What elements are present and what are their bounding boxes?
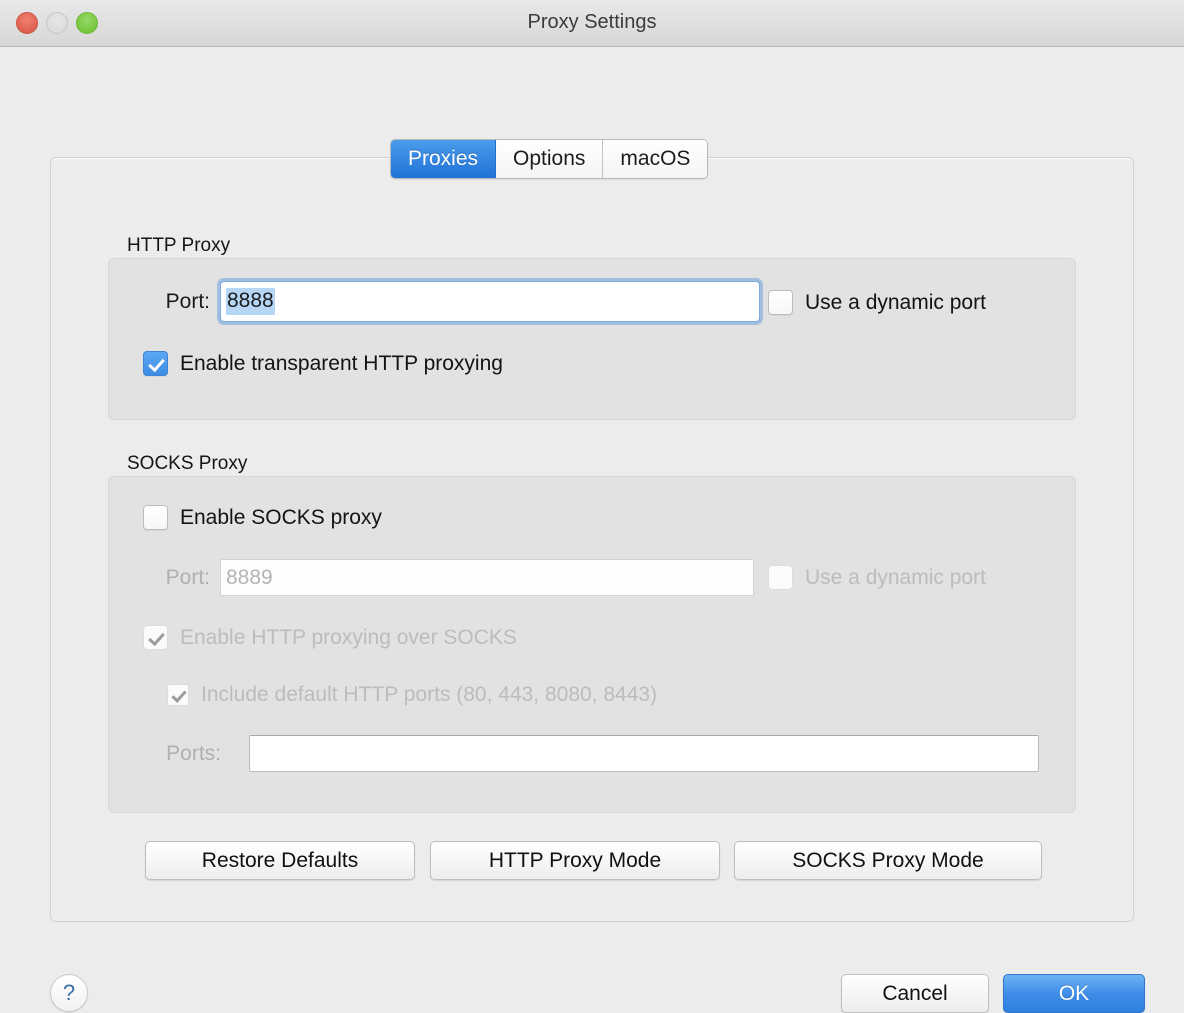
default-http-ports-label: Include default HTTP ports (80, 443, 808… bbox=[201, 683, 658, 706]
restore-defaults-button[interactable]: Restore Defaults bbox=[145, 841, 415, 880]
socks-port-value: 8889 bbox=[226, 565, 273, 589]
proxy-settings-window: Proxy Settings Proxies Options macOS HTT… bbox=[0, 0, 1184, 1013]
tab-options[interactable]: Options bbox=[496, 140, 604, 178]
socks-dynamic-port-checkbox[interactable] bbox=[768, 565, 793, 590]
transparent-proxying-row[interactable]: Enable transparent HTTP proxying bbox=[143, 351, 503, 376]
tab-macos[interactable]: macOS bbox=[603, 140, 708, 178]
transparent-proxying-label: Enable transparent HTTP proxying bbox=[180, 351, 503, 375]
default-http-ports-row[interactable]: Include default HTTP ports (80, 443, 808… bbox=[167, 683, 657, 707]
enable-socks-checkbox[interactable] bbox=[143, 505, 168, 530]
socks-proxy-mode-button[interactable]: SOCKS Proxy Mode bbox=[734, 841, 1042, 880]
window-content: Proxies Options macOS HTTP Proxy Port: 8… bbox=[0, 47, 1184, 1013]
default-http-ports-checkbox[interactable] bbox=[167, 684, 189, 706]
http-dynamic-port-checkbox[interactable] bbox=[768, 290, 793, 315]
socks-ports-label: Ports: bbox=[166, 741, 221, 765]
enable-socks-row[interactable]: Enable SOCKS proxy bbox=[143, 505, 382, 530]
socks-dynamic-port-label: Use a dynamic port bbox=[805, 565, 986, 589]
transparent-proxying-checkbox[interactable] bbox=[143, 351, 168, 376]
http-port-row: Port: 8888 bbox=[138, 281, 760, 322]
http-over-socks-checkbox[interactable] bbox=[143, 625, 168, 650]
http-proxy-mode-button[interactable]: HTTP Proxy Mode bbox=[430, 841, 720, 880]
socks-ports-row: Ports: bbox=[163, 735, 1039, 772]
http-port-label: Port: bbox=[165, 289, 210, 313]
enable-socks-label: Enable SOCKS proxy bbox=[180, 505, 382, 529]
socks-port-label: Port: bbox=[165, 565, 210, 589]
socks-dynamic-port-row[interactable]: Use a dynamic port bbox=[768, 565, 986, 590]
settings-tab-bar: Proxies Options macOS bbox=[390, 139, 709, 179]
http-port-value: 8888 bbox=[226, 288, 275, 315]
http-port-input[interactable]: 8888 bbox=[220, 281, 760, 322]
socks-port-row: Port: 8889 bbox=[163, 559, 754, 596]
http-dynamic-port-row[interactable]: Use a dynamic port bbox=[768, 290, 986, 315]
http-over-socks-row[interactable]: Enable HTTP proxying over SOCKS bbox=[143, 625, 517, 650]
cancel-button[interactable]: Cancel bbox=[841, 974, 989, 1013]
help-icon[interactable]: ? bbox=[50, 974, 88, 1012]
http-dynamic-port-label: Use a dynamic port bbox=[805, 290, 986, 314]
socks-ports-input[interactable] bbox=[249, 735, 1039, 772]
http-proxy-group-label: HTTP Proxy bbox=[127, 235, 231, 256]
window-title: Proxy Settings bbox=[527, 11, 657, 33]
http-over-socks-label: Enable HTTP proxying over SOCKS bbox=[180, 625, 517, 649]
window-titlebar: Proxy Settings bbox=[0, 0, 1184, 47]
socks-proxy-group-label: SOCKS Proxy bbox=[127, 453, 248, 474]
ok-button[interactable]: OK bbox=[1003, 974, 1145, 1013]
tab-proxies[interactable]: Proxies bbox=[391, 140, 497, 178]
socks-port-input[interactable]: 8889 bbox=[220, 559, 754, 596]
